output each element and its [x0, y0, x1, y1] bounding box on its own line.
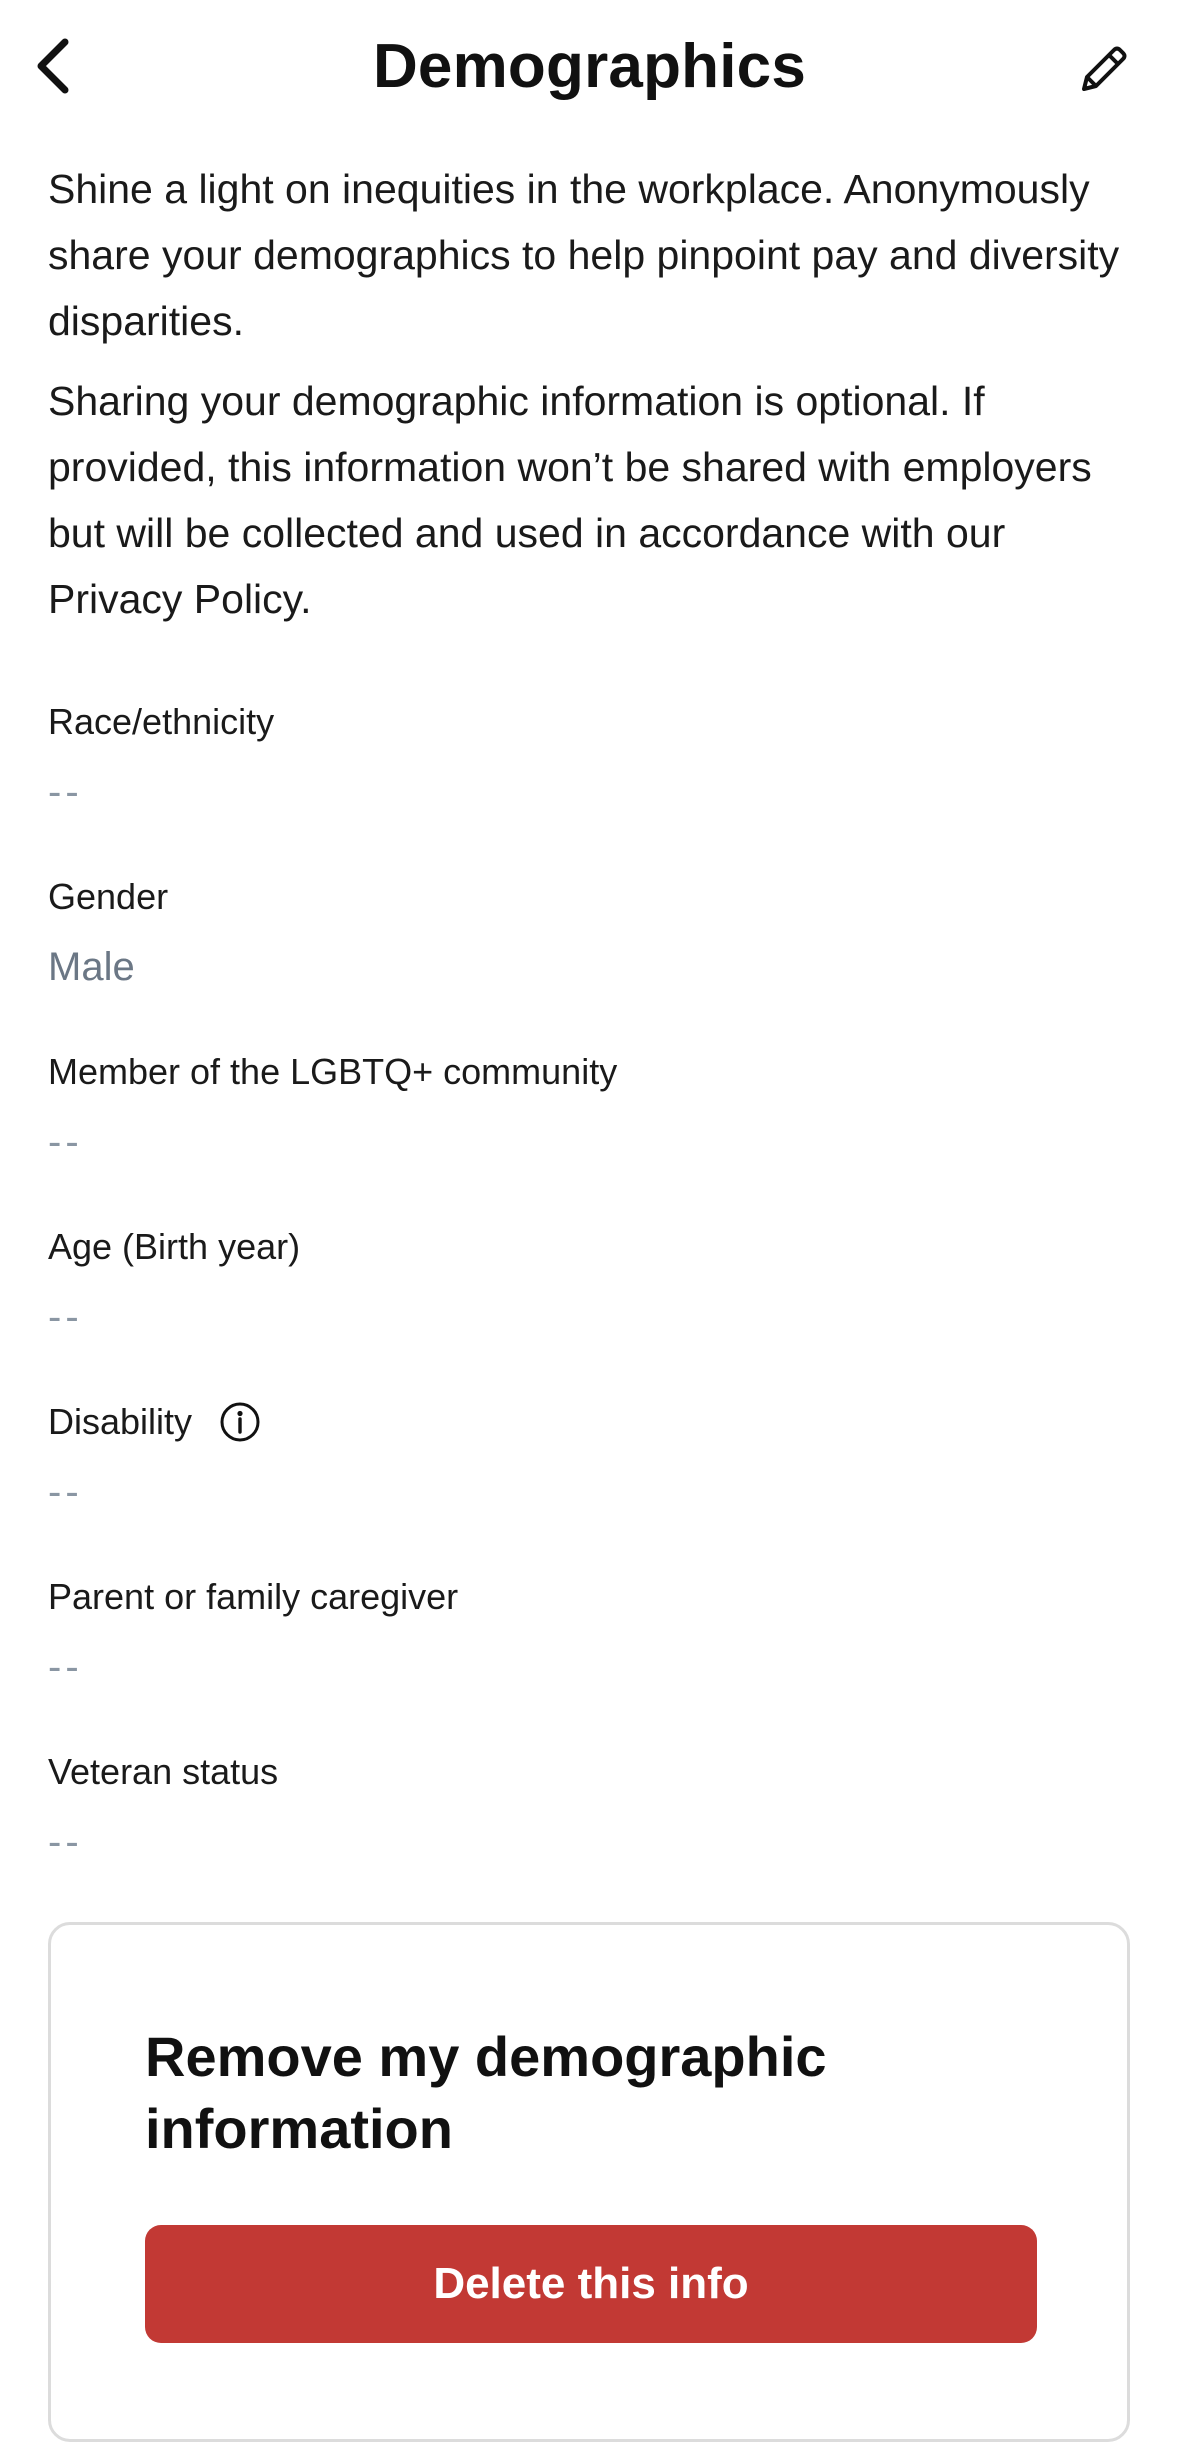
field-veteran-status[interactable]: Veteran status -- — [48, 1748, 1138, 1923]
field-value: -- — [48, 1645, 83, 1689]
remove-info-card: Remove my demographic information Delete… — [48, 1922, 1130, 2442]
field-caregiver[interactable]: Parent or family caregiver -- — [48, 1573, 1138, 1748]
field-value: -- — [48, 770, 83, 814]
field-age[interactable]: Age (Birth year) -- — [48, 1223, 1138, 1398]
field-gender[interactable]: Gender Male — [48, 873, 1138, 1048]
field-label: Parent or family caregiver — [48, 1576, 459, 1617]
field-lgbtq[interactable]: Member of the LGBTQ+ community -- — [48, 1048, 1138, 1223]
field-label: Age (Birth year) — [48, 1226, 301, 1267]
field-value: -- — [48, 1820, 83, 1864]
pencil-icon — [1082, 46, 1127, 91]
field-label: Veteran status — [48, 1751, 279, 1792]
field-value: -- — [48, 1470, 83, 1514]
remove-card-title: Remove my demographic information — [145, 2025, 827, 2160]
privacy-paragraph: Sharing your demographic information is … — [48, 378, 1092, 622]
field-value: -- — [48, 1295, 83, 1339]
main-content: Shine a light on inequities in the workp… — [48, 156, 1138, 1923]
intro-section: Shine a light on inequities in the workp… — [48, 156, 1138, 632]
field-disability[interactable]: Disability -- — [48, 1398, 1138, 1573]
field-label: Race/ethnicity — [48, 701, 275, 742]
info-icon[interactable] — [218, 1400, 262, 1444]
page-title: Demographics — [372, 32, 807, 101]
top-bar: Demographics — [0, 0, 1179, 136]
field-race-ethnicity[interactable]: Race/ethnicity -- — [48, 698, 1138, 873]
demographics-list: Race/ethnicity -- Gender Male Member of … — [48, 698, 1138, 1923]
delete-info-button[interactable]: Delete this info — [145, 2225, 1037, 2343]
edit-button[interactable] — [1069, 34, 1139, 104]
field-label: Gender — [48, 876, 169, 917]
field-label: Disability — [48, 1401, 193, 1442]
field-label: Member of the LGBTQ+ community — [48, 1051, 618, 1092]
intro-paragraph: Shine a light on inequities in the workp… — [48, 166, 1120, 344]
field-value: Male — [48, 945, 135, 989]
field-value: -- — [48, 1120, 83, 1164]
field-label-row: Disability — [48, 1398, 1138, 1446]
